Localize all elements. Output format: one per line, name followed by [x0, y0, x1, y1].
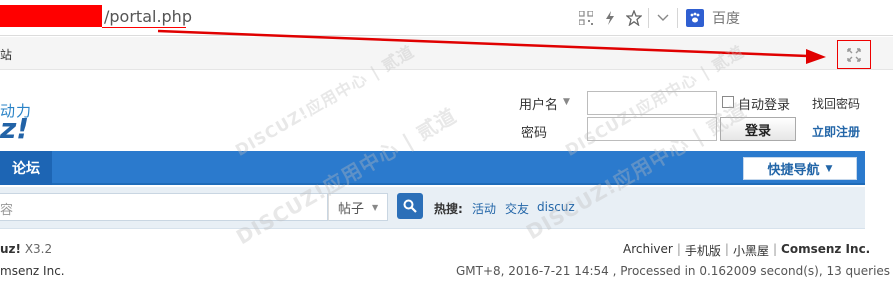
url-redaction: [0, 5, 102, 27]
footer-brand[interactable]: uz!: [0, 242, 21, 256]
logo-mark[interactable]: z!: [0, 112, 29, 145]
hot-search-label: 热搜:: [434, 202, 463, 216]
footer-divider: |: [772, 242, 778, 256]
register-link[interactable]: 立即注册: [812, 123, 860, 140]
search-engine-name[interactable]: 百度: [712, 8, 740, 28]
search-bar: 容 帖子 ▼ 热搜: 活动 交友 discuz: [0, 187, 865, 229]
footer-version: X3.2: [24, 242, 53, 256]
nav-item-forum[interactable]: 论坛: [0, 151, 52, 185]
username-dropdown-icon[interactable]: ▼: [563, 97, 570, 107]
footer-link-blacklist[interactable]: 小黑屋: [733, 242, 769, 259]
search-button[interactable]: [397, 193, 423, 219]
footer-divider: |: [724, 242, 729, 256]
recover-password-link[interactable]: 找回密码: [812, 95, 860, 112]
star-icon[interactable]: [622, 8, 646, 28]
username-label[interactable]: 用户名: [519, 94, 558, 113]
footer-powered-by: uz! X3.2: [0, 242, 52, 256]
qr-code-icon[interactable]: [574, 8, 598, 28]
footer-divider: |: [676, 242, 681, 256]
hot-link[interactable]: 活动: [472, 200, 496, 217]
search-type-select[interactable]: 帖子 ▼: [328, 193, 388, 221]
quick-nav-button[interactable]: 快捷导航 ▼: [743, 157, 857, 180]
top-strip: 站: [0, 37, 893, 70]
address-bar-divider: [677, 8, 678, 28]
site-link[interactable]: 站: [0, 46, 12, 63]
page: /portal.php 百度 站 动力 z! 用户名 ▼ 自动登录 找回密码 密…: [0, 0, 893, 301]
footer-stats: GMT+8, 2016-7-21 14:54 , Processed in 0.…: [456, 264, 893, 278]
main-nav: 论坛 快捷导航 ▼: [0, 151, 865, 185]
caret-down-icon: ▼: [372, 202, 379, 212]
chevron-down-icon[interactable]: [651, 8, 675, 28]
password-label: 密码: [521, 126, 548, 141]
address-bar-icons: 百度: [574, 8, 740, 28]
url-underline-annotation: [102, 27, 186, 28]
footer-links: Archiver | 手机版 | 小黑屋 | Comsenz Inc.: [623, 242, 870, 259]
hot-link[interactable]: 交友: [505, 200, 529, 217]
fullscreen-icon[interactable]: [837, 40, 871, 69]
baidu-paw-icon[interactable]: [686, 9, 704, 27]
search-type-label: 帖子: [338, 201, 365, 217]
caret-down-icon: ▼: [825, 163, 833, 174]
address-bar-divider: [648, 8, 649, 28]
lightning-icon[interactable]: [598, 8, 622, 28]
url-path[interactable]: /portal.php: [104, 7, 192, 26]
footer-company[interactable]: msenz Inc.: [0, 264, 65, 278]
quick-nav-label: 快捷导航: [767, 163, 820, 178]
footer-link-archiver[interactable]: Archiver: [623, 242, 673, 259]
address-bar[interactable]: /portal.php 百度: [0, 0, 893, 36]
footer-link-company[interactable]: Comsenz Inc.: [781, 242, 870, 259]
footer-link-mobile[interactable]: 手机版: [685, 242, 721, 259]
search-icon: [403, 199, 417, 213]
